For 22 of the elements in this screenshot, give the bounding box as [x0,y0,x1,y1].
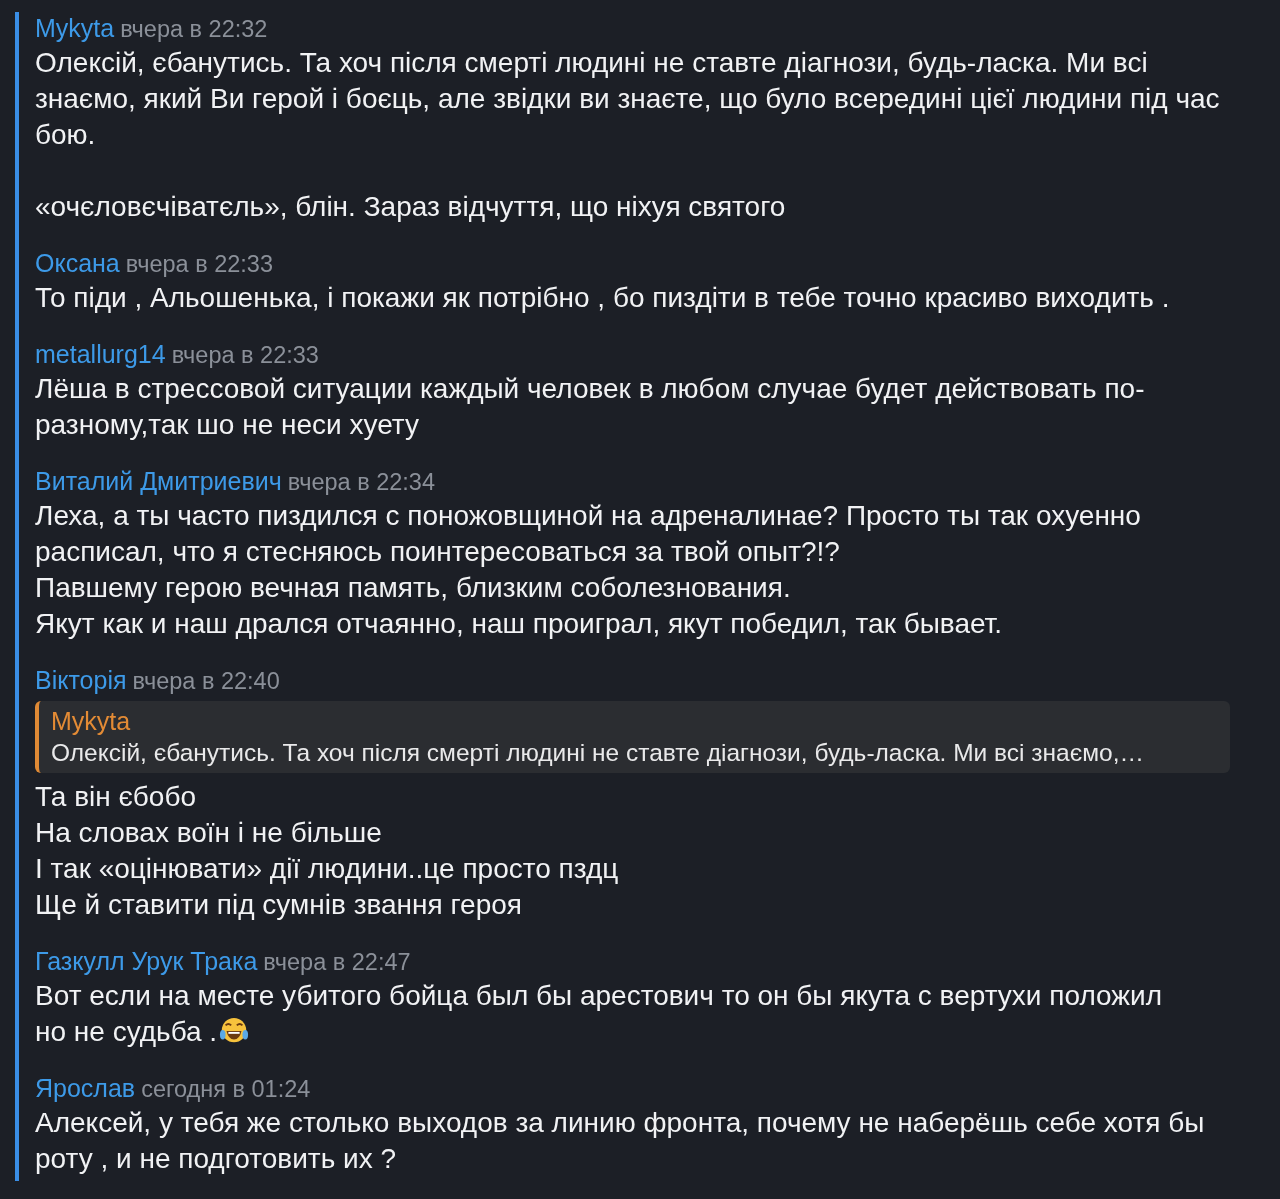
message-time: вчера в 22:33 [171,341,319,370]
message-time: вчера в 22:32 [120,15,268,44]
reply-quote[interactable]: Mykyta Олексій, єбанутись. Та хоч після смерті людині не ставте діагнози, будь-ласка. Ми всі знаємо,… [35,701,1230,773]
author-name[interactable]: Вікторія [35,664,127,696]
message-time: вчера в 22:34 [287,468,435,497]
message-time: сегодня в 01:24 [141,1075,311,1104]
author-name[interactable]: metallurg14 [35,338,166,370]
author-name[interactable]: Виталий Дмитриевич [35,465,282,497]
message-text: Вот если на месте убитого бойца был бы арестович то он бы якута с вертухи положил но не судьба . [35,979,1163,1049]
author-name[interactable]: Mykyta [35,12,115,44]
author-name[interactable]: Газкулл Урук Трака [35,945,258,977]
message-text: Леха, а ты часто пиздился с поножовщиной на адреналинае? Просто ты так охуенно расписал, что я стесняюсь поинтересоваться за твой опыт?!? Павшему герою вечная память, близким соболезнования. Якут как и наш дрался отчаянно, наш проиграл, якут победил, так бывает. [35,499,1142,641]
author-name[interactable]: Оксана [35,247,120,279]
message-text: Олексій, єбанутись. Та хоч після смерті людині не ставте діагнози, будь-ласка. Ми всі знаємо, який Ви герой і боєць, але звідки ви знаєте, що було всередині цієї людини під час бою. «очєловєчіватєль», блін. Зараз відчуття, що ніхуя святого [35,46,1221,224]
message-text: Та він єбобо На словах воїн і не більше І так «оцінювати» дії людини..це просто пздц Ще й ставити під сумнів звання героя [35,780,620,922]
message-time: вчера в 22:40 [132,667,280,696]
message-time: вчера в 22:33 [125,250,273,279]
message-text: Лёша в стрессовой ситуации каждый человек в любом случае будет действовать по-разному,так шо не неси хуету [35,372,1146,442]
message-time: вчера в 22:47 [263,948,411,977]
message-text: То піди , Альошенька, і покажи як потрібно , бо пиздіти в тебе точно красиво виходить . [35,281,1171,315]
author-name[interactable]: Ярослав [35,1072,136,1104]
message-text: Алексей, у тебя же столько выходов за линию фронта, почему не наберёшь себе хотя бы роту , и не подготовить их ? [35,1106,1206,1176]
